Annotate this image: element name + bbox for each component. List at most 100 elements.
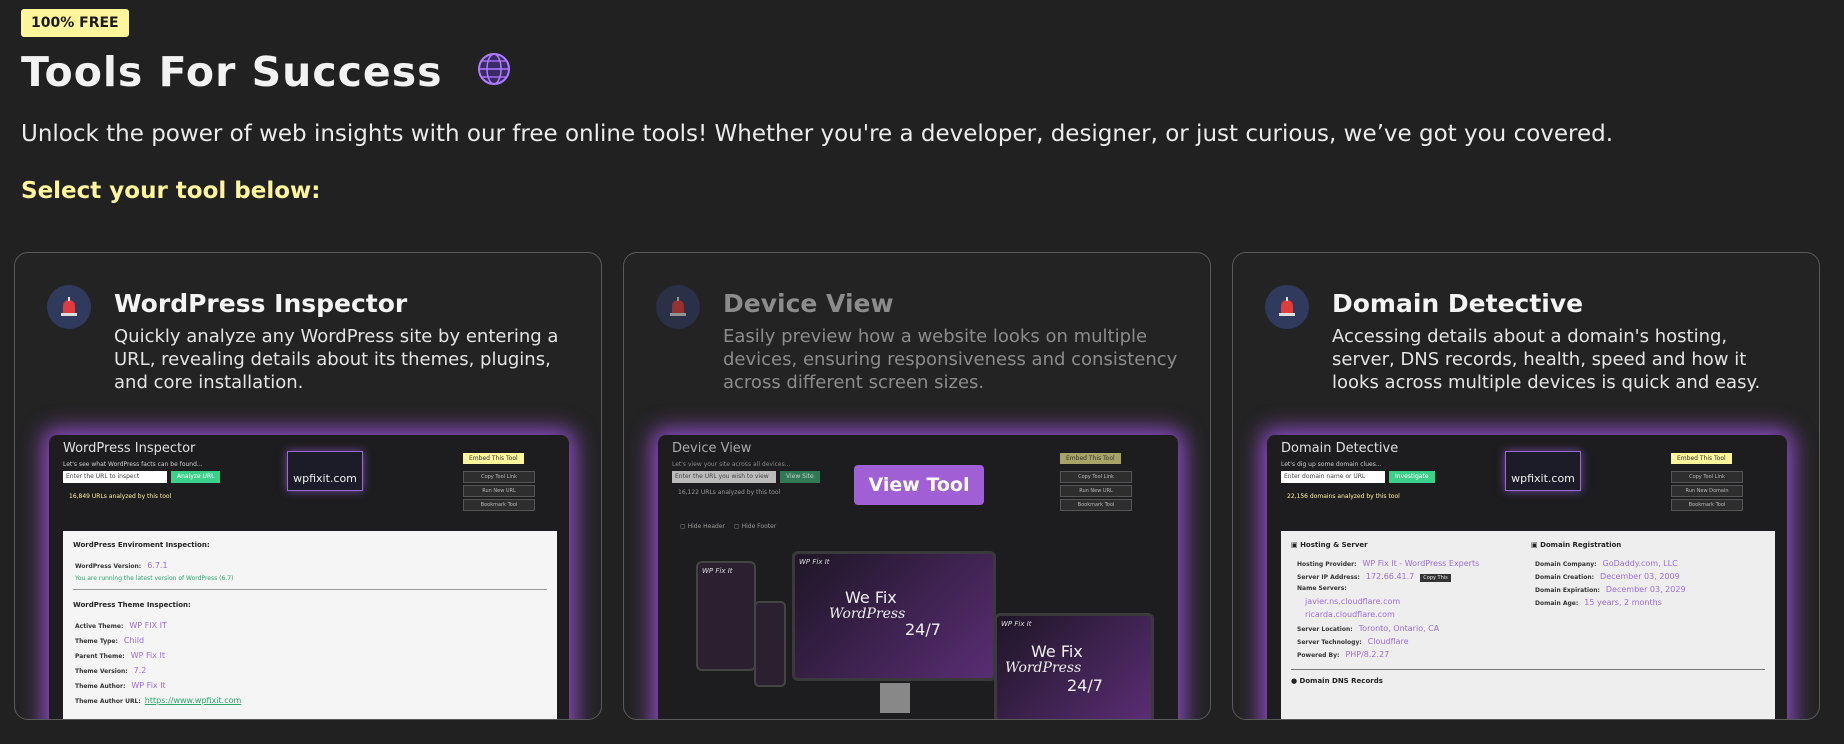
row-value: December 03, 2029	[1605, 585, 1686, 594]
row-label: Parent Theme:	[75, 653, 125, 660]
phone-mockup: WP Fix It	[696, 561, 756, 671]
analyze-button: Analyze URL	[171, 471, 221, 483]
card-description: Easily preview how a website looks on mu…	[723, 326, 1178, 393]
hero-line: We Fix	[845, 588, 897, 607]
row-value: December 03, 2009	[1600, 572, 1680, 581]
heading-text: Domain DNS Records	[1299, 677, 1383, 685]
preview-title: WordPress Inspector	[63, 441, 196, 456]
hero-line: WordPress	[1005, 660, 1082, 676]
tool-preview[interactable]: Device View Let's view your site across …	[658, 435, 1178, 719]
heading-text: Hosting & Server	[1300, 541, 1368, 549]
wpfixit-logo: wpfixit.com	[287, 451, 363, 491]
row-label: Server IP Address:	[1297, 574, 1360, 581]
row-label: Server Location:	[1297, 626, 1353, 633]
version-label: WordPress Version:	[75, 563, 142, 570]
dns-heading: ● Domain DNS Records	[1291, 677, 1383, 685]
row-value: Child	[123, 636, 145, 645]
tool-card-domain-detective[interactable]: Domain Detective Accessing details about…	[1232, 252, 1820, 720]
row-value: PHP/8.2.27	[1345, 650, 1390, 659]
row-value: javier.ns.cloudflare.com	[1305, 597, 1401, 606]
hide-header-option: ▢ Hide Header	[680, 523, 726, 530]
row-label: Theme Type:	[75, 638, 118, 645]
siren-icon	[1265, 285, 1309, 329]
analyzed-count: 16,849 URLs analyzed by this tool	[69, 493, 172, 500]
embed-button: Embed This Tool	[463, 453, 524, 464]
select-tool-label: Select your tool below:	[21, 178, 321, 204]
registration-heading: ▣ Domain Registration	[1531, 541, 1622, 549]
copy-link-button: Copy Tool Link	[463, 471, 535, 483]
siren-icon	[656, 285, 700, 329]
core-heading: WordPress Enviroment Inspection:	[73, 541, 210, 549]
row-value: 15 years, 2 months	[1584, 598, 1662, 607]
hero-line: WordPress	[829, 606, 906, 622]
monitor-mockup: WP Fix It We Fix WordPress 24/7	[792, 551, 996, 681]
tool-card-wordpress-inspector[interactable]: WordPress Inspector Quickly analyze any …	[14, 252, 602, 720]
small-phone-mockup	[754, 601, 786, 687]
mockup-brand: WP Fix It	[799, 558, 830, 566]
embed-button: Embed This Tool	[1671, 453, 1732, 464]
row-value: Toronto, Ontario, CA	[1358, 624, 1440, 633]
card-title: WordPress Inspector	[114, 289, 408, 318]
card-description: Quickly analyze any WordPress site by en…	[114, 326, 559, 393]
version-value: 6.7.1	[147, 561, 168, 570]
view-site-button: View Site	[780, 471, 820, 483]
row-label: Powered By:	[1297, 652, 1340, 659]
view-tool-overlay-button[interactable]: View Tool	[854, 465, 984, 505]
row-value: GoDaddy.com, LLC	[1602, 559, 1678, 568]
hide-footer-option: ▢ Hide Footer	[734, 523, 777, 530]
monitor-stand	[880, 683, 910, 713]
copy-ip-button: Copy This	[1420, 574, 1451, 582]
globe-icon	[478, 53, 510, 85]
embed-button: Embed This Tool	[1060, 453, 1121, 464]
row-value: Cloudflare	[1367, 637, 1409, 646]
run-new-button: Run New Domain	[1671, 485, 1743, 497]
preview-title: Device View	[672, 441, 752, 456]
card-title: Device View	[723, 289, 894, 318]
tool-preview[interactable]: WordPress Inspector Let's see what WordP…	[49, 435, 569, 719]
hosting-heading: ▣ Hosting & Server	[1291, 541, 1368, 549]
url-input: Enter the URL you wish to view	[672, 471, 776, 483]
heading-text: Domain Registration	[1540, 541, 1622, 549]
analyzed-count: 16,122 URLs analyzed by this tool	[678, 489, 781, 496]
row-value: WP Fix It	[130, 651, 165, 660]
investigate-button: Investigate	[1389, 471, 1435, 483]
row-value: WP FIX IT	[129, 621, 167, 630]
latest-notice: You are running the latest version of Wo…	[75, 575, 234, 582]
option-label: Hide Footer	[741, 523, 777, 530]
copy-link-button: Copy Tool Link	[1060, 471, 1132, 483]
bookmark-button: Bookmark Tool	[1671, 499, 1743, 511]
row-label: Name Servers:	[1297, 585, 1347, 592]
run-new-button: Run New URL	[463, 485, 535, 497]
card-title: Domain Detective	[1332, 289, 1584, 318]
row-label: Server Technology:	[1297, 639, 1362, 646]
preview-prompt: Let's dig up some domain clues...	[1281, 461, 1382, 468]
row-label: Domain Expiration:	[1535, 587, 1600, 594]
bookmark-button: Bookmark Tool	[463, 499, 535, 511]
row-value: ricarda.cloudflare.com	[1305, 610, 1395, 619]
results-panel: ▣ Hosting & Server Hosting Provider: WP F…	[1281, 531, 1775, 719]
row-value: WP Fix It	[131, 681, 166, 690]
row-value: WP Fix It - WordPress Experts	[1362, 559, 1480, 568]
author-url-link: https://www.wpfixit.com	[144, 696, 242, 705]
row-label: Active Theme:	[75, 623, 124, 630]
row-label: Domain Company:	[1535, 561, 1597, 568]
tool-card-device-view[interactable]: Device View Easily preview how a website…	[623, 252, 1211, 720]
theme-heading: WordPress Theme Inspection:	[73, 601, 191, 609]
results-panel: WordPress Enviroment Inspection: WordPre…	[63, 531, 557, 719]
row-label: Domain Creation:	[1535, 574, 1595, 581]
row-label: Theme Version:	[75, 668, 128, 675]
hero-line: 24/7	[1067, 676, 1103, 695]
analyzed-count: 22,156 domains analyzed by this tool	[1287, 493, 1400, 500]
tool-preview[interactable]: Domain Detective Let's dig up some domai…	[1267, 435, 1787, 719]
hero-line: We Fix	[1031, 642, 1083, 661]
free-badge: 100% FREE	[21, 9, 129, 37]
bookmark-button: Bookmark Tool	[1060, 499, 1132, 511]
page-title: Tools For Success	[21, 48, 443, 96]
hero-line: 24/7	[905, 620, 941, 639]
author-url-label: Theme Author URL:	[75, 698, 141, 705]
row-label: Hosting Provider:	[1297, 561, 1357, 568]
url-input: Enter the URL to inspect	[63, 471, 167, 483]
page-subtitle: Unlock the power of web insights with ou…	[21, 121, 1614, 147]
card-description: Accessing details about a domain's hosti…	[1332, 326, 1761, 393]
row-label: Theme Author:	[75, 683, 126, 690]
